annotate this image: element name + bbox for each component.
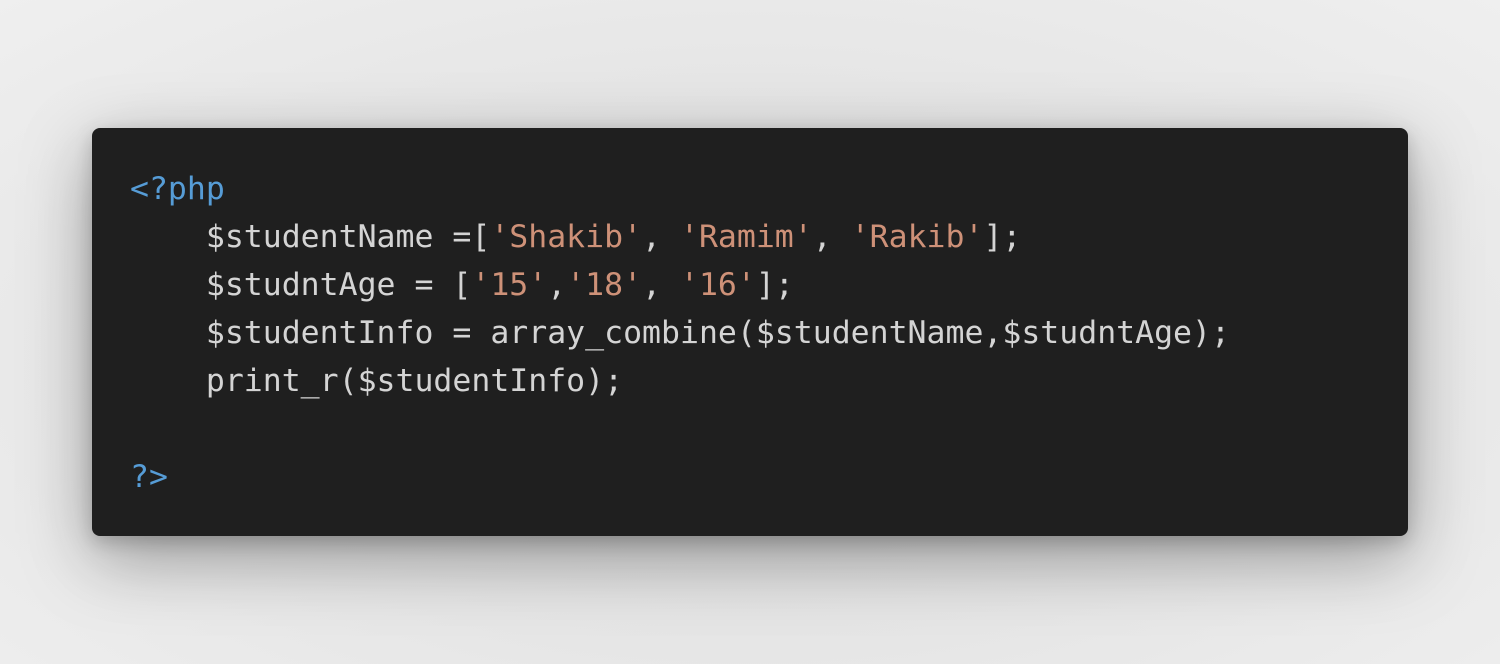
code-token: ]; [755, 267, 794, 303]
code-token: print_r($studentInfo); [130, 363, 624, 399]
code-line: $studentInfo = array_combine($studentNam… [130, 309, 1408, 357]
string-token: '18' [566, 267, 643, 303]
string-token: 'Ramim' [679, 219, 813, 255]
string-token: '16' [680, 267, 756, 303]
code-snippet-card: <?php $studentName =['Shakib', 'Ramim', … [92, 128, 1408, 536]
code-token: , [642, 219, 680, 255]
code-token: $studntAge = [ [130, 267, 472, 303]
code-line: $studentName =['Shakib', 'Ramim', 'Rakib… [130, 213, 1408, 261]
string-token: '15' [471, 267, 548, 303]
code-block: <?php $studentName =['Shakib', 'Ramim', … [130, 165, 1408, 501]
page-background: <?php $studentName =['Shakib', 'Ramim', … [0, 0, 1500, 664]
string-token: 'Rakib' [850, 219, 984, 255]
string-token: 'Shakib' [490, 219, 643, 255]
code-line: $studntAge = ['15','18', '16']; [130, 261, 1408, 309]
code-token: , [812, 219, 851, 255]
code-token: $studentInfo = array_combine($studentNam… [130, 315, 1230, 351]
code-line: print_r($studentInfo); [130, 357, 1408, 405]
code-token: , [547, 267, 567, 303]
code-token: ]; [983, 219, 1022, 255]
code-token: , [642, 267, 680, 303]
php-tag-token: <?php [130, 171, 225, 207]
code-token: $studentName =[ [130, 219, 491, 255]
code-line: <?php [130, 165, 1408, 213]
code-line: ?> [130, 453, 1408, 501]
php-tag-token: ?> [130, 459, 168, 495]
